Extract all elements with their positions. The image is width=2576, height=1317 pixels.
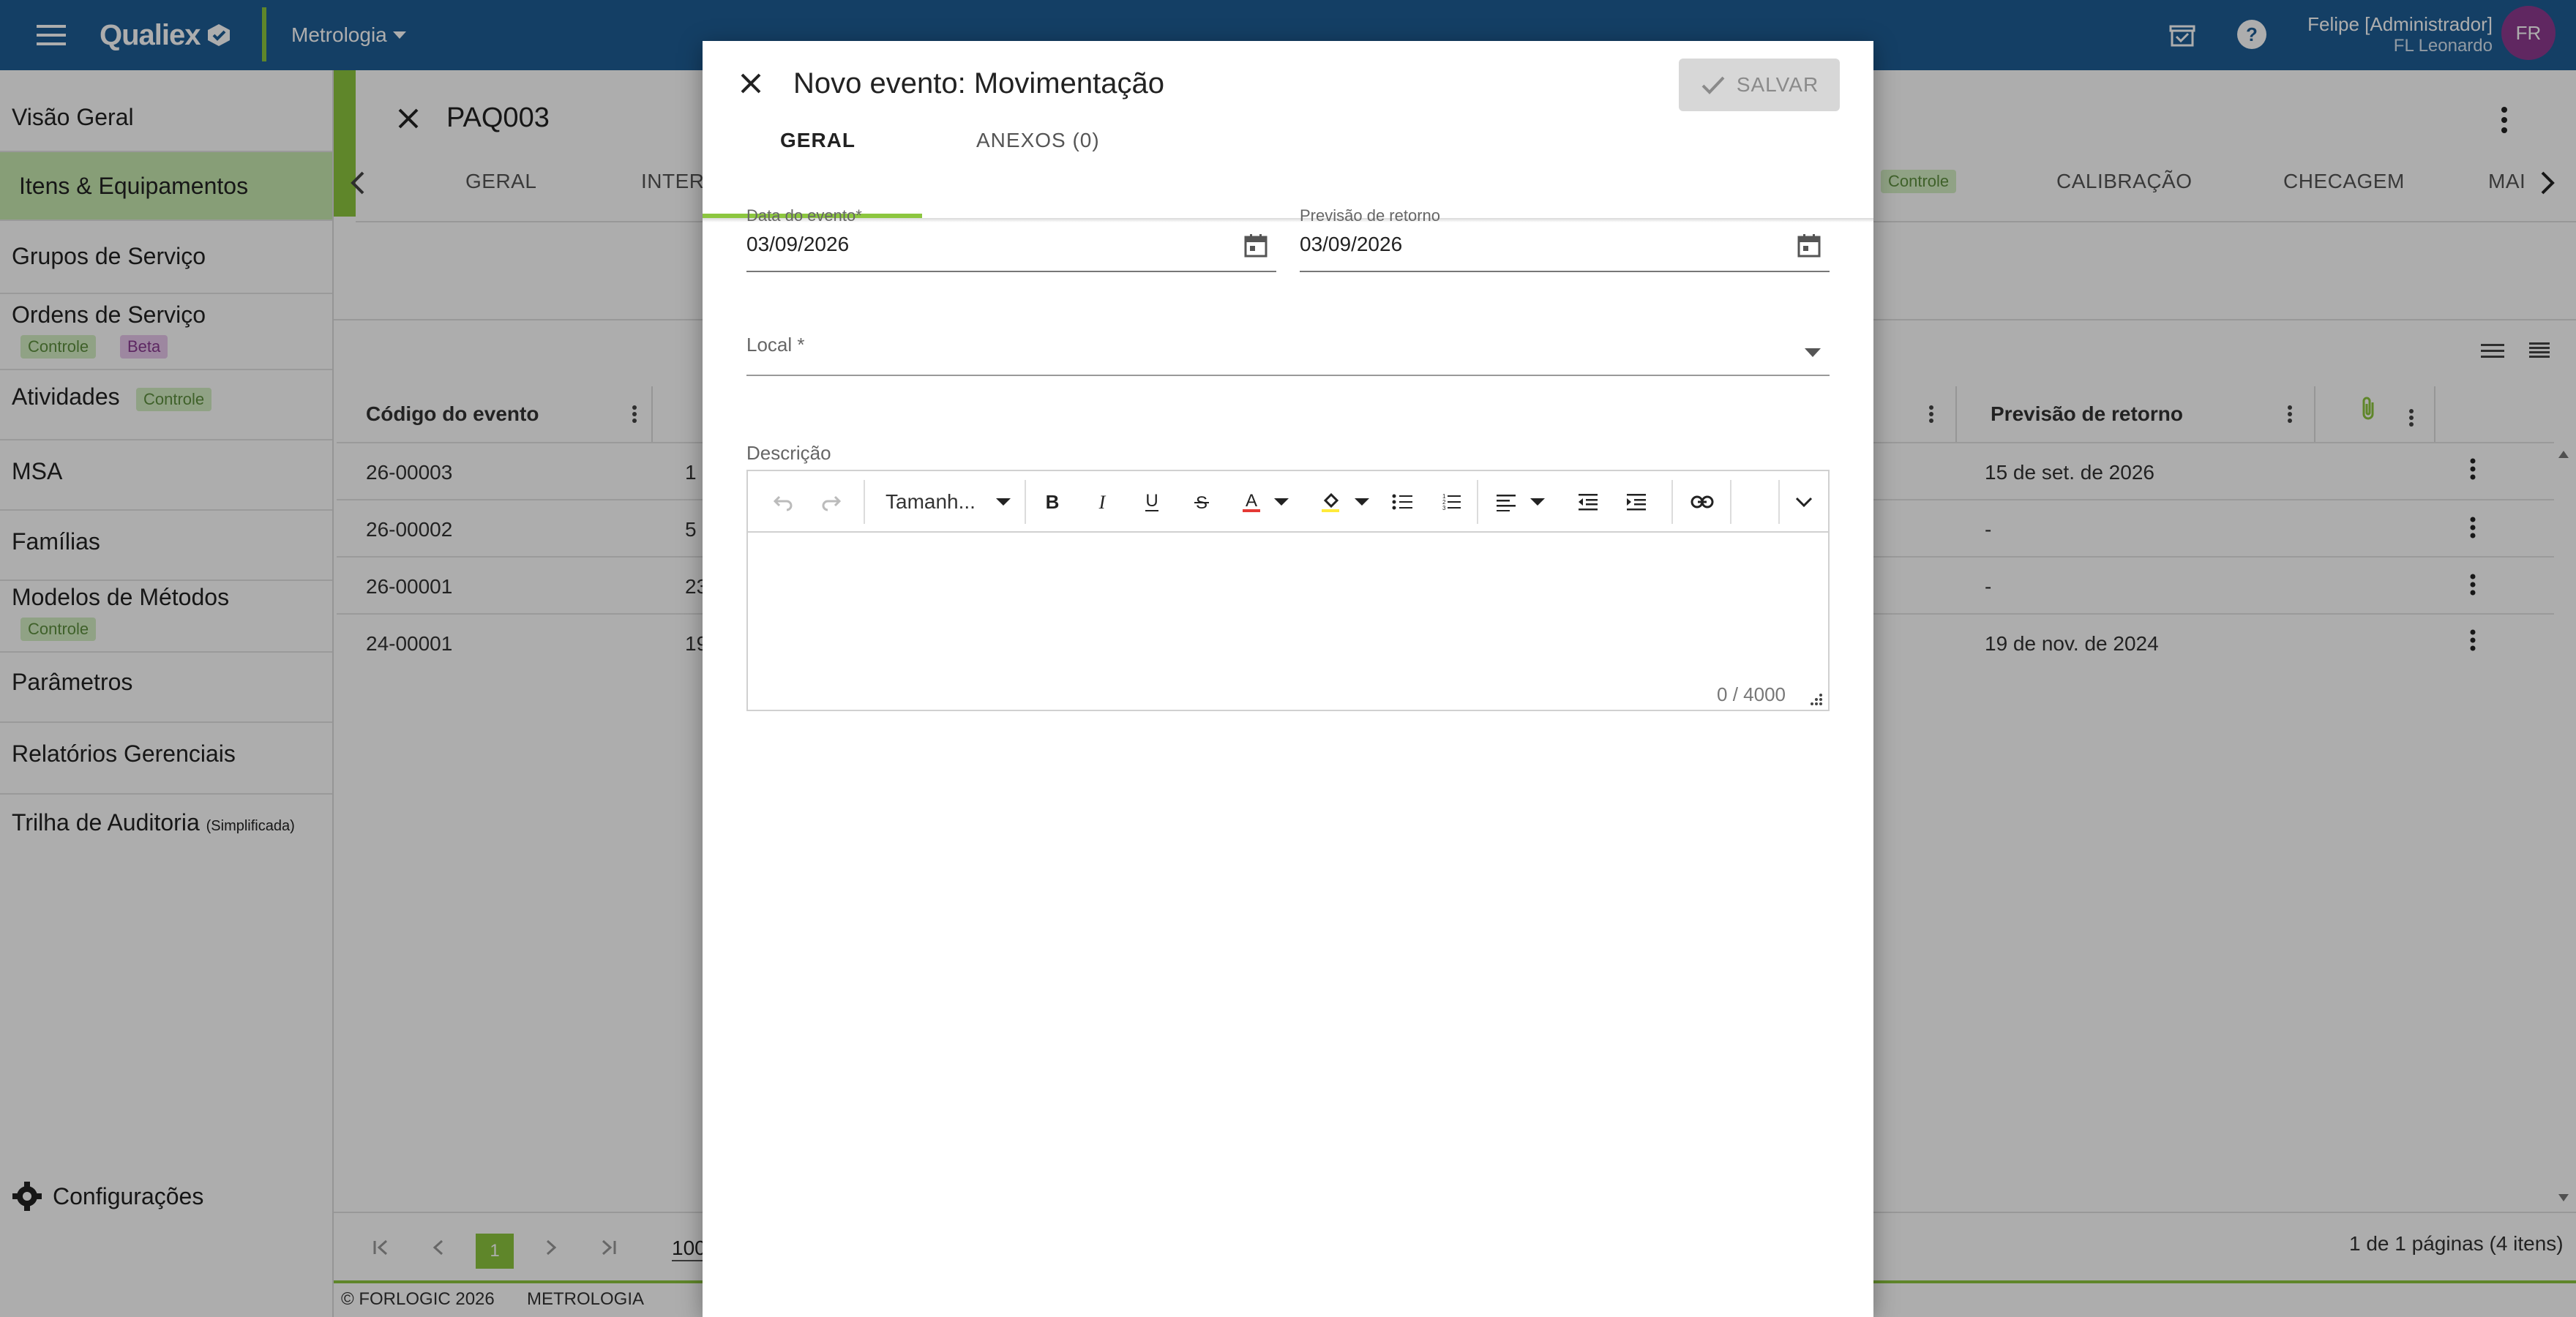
numbered-list-icon[interactable]: 123 — [1434, 483, 1467, 521]
editor-toolbar: Tamanh... B I U S A 123 — [748, 471, 1828, 533]
check-icon — [1701, 76, 1725, 94]
tabs-divider — [703, 218, 1873, 222]
toolbar-separator — [1778, 480, 1780, 524]
svg-text:A: A — [1246, 491, 1257, 511]
return-date-label: Previsão de retorno — [1300, 206, 1440, 225]
indent-icon[interactable] — [1620, 483, 1652, 521]
resize-handle-icon[interactable] — [1809, 692, 1824, 707]
tab-anexos[interactable]: ANEXOS (0) — [976, 129, 1100, 152]
outdent-icon[interactable] — [1572, 483, 1604, 521]
event-date-input[interactable]: 03/09/2026 — [746, 233, 849, 256]
svg-text:U: U — [1145, 491, 1158, 511]
text-color-icon[interactable]: A — [1235, 483, 1268, 521]
bold-icon[interactable]: B — [1036, 483, 1068, 521]
tab-geral[interactable]: GERAL — [780, 129, 855, 152]
caret-down-icon[interactable] — [1803, 347, 1822, 359]
toolbar-separator — [1730, 480, 1731, 524]
local-label: Local * — [746, 334, 805, 356]
description-label: Descrição — [746, 442, 831, 464]
svg-text:3: 3 — [1442, 505, 1446, 511]
caret-down-icon[interactable] — [1270, 483, 1292, 521]
rich-text-editor: Tamanh... B I U S A 123 0 / 4000 — [746, 470, 1830, 711]
new-event-dialog: Novo evento: Movimentação SALVAR GERAL A… — [703, 41, 1873, 1317]
caret-down-icon[interactable] — [992, 483, 1014, 521]
redo-icon[interactable] — [817, 483, 846, 521]
save-button[interactable]: SALVAR — [1679, 59, 1840, 111]
close-icon[interactable] — [738, 70, 764, 97]
caret-down-icon[interactable] — [1351, 483, 1373, 521]
italic-icon[interactable]: I — [1086, 483, 1118, 521]
link-icon[interactable] — [1686, 483, 1718, 521]
return-date-underline — [1300, 271, 1830, 272]
expand-toolbar-icon[interactable] — [1787, 483, 1821, 521]
dialog-title: Novo evento: Movimentação — [793, 67, 1164, 100]
return-date-input[interactable]: 03/09/2026 — [1300, 233, 1402, 256]
toolbar-separator — [864, 480, 865, 524]
calendar-icon[interactable] — [1796, 233, 1822, 259]
bullet-list-icon[interactable] — [1386, 483, 1418, 521]
local-select[interactable] — [746, 375, 1830, 376]
char-count: 0 / 4000 — [1717, 683, 1786, 705]
toolbar-separator — [1671, 480, 1673, 524]
event-date-underline — [746, 271, 1276, 272]
svg-text:B: B — [1046, 492, 1060, 512]
save-label: SALVAR — [1736, 73, 1819, 96]
svg-text:I: I — [1098, 492, 1107, 512]
strikethrough-icon[interactable]: S — [1186, 483, 1218, 521]
highlight-color-icon[interactable] — [1314, 483, 1347, 521]
toolbar-separator — [1477, 480, 1478, 524]
caret-down-icon[interactable] — [1527, 483, 1549, 521]
align-left-icon[interactable] — [1490, 483, 1522, 521]
toolbar-separator — [1025, 480, 1026, 524]
font-size-select[interactable]: Tamanh... — [886, 490, 976, 514]
calendar-icon[interactable] — [1243, 233, 1269, 259]
undo-icon[interactable] — [768, 483, 798, 521]
event-date-label: Data do evento* — [746, 206, 862, 225]
underline-icon[interactable]: U — [1136, 483, 1168, 521]
